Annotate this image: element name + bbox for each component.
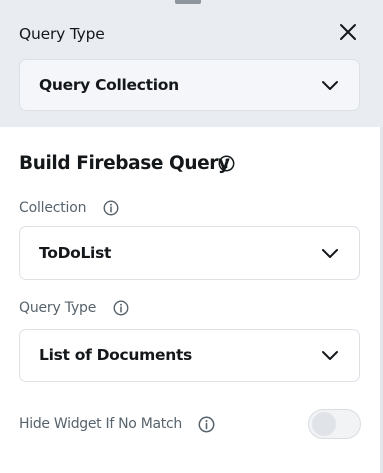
- hide-widget-toggle[interactable]: [308, 409, 361, 439]
- chevron-down-icon: [322, 351, 338, 360]
- collection-label: Collection: [19, 200, 87, 216]
- query-settings-panel: Query Type Query Collection Build Fireba…: [0, 0, 383, 473]
- query-type-selected: Query Collection: [39, 76, 179, 94]
- close-button[interactable]: [336, 20, 360, 44]
- hide-widget-label: Hide Widget If No Match: [19, 416, 182, 432]
- info-icon[interactable]: [103, 200, 119, 216]
- query-type-section: Query Type Query Collection: [0, 0, 383, 127]
- info-icon[interactable]: [113, 300, 129, 316]
- info-icon[interactable]: [198, 416, 215, 433]
- query-type-field-dropdown[interactable]: List of Documents: [19, 329, 360, 382]
- info-icon[interactable]: [218, 155, 235, 172]
- query-type-dropdown[interactable]: Query Collection: [19, 59, 360, 111]
- chevron-down-icon: [322, 81, 338, 90]
- toggle-knob: [312, 412, 336, 436]
- collection-dropdown[interactable]: ToDoList: [19, 226, 360, 280]
- query-type-label: Query Type: [19, 25, 105, 43]
- query-type-field-label: Query Type: [19, 300, 97, 316]
- collection-selected: ToDoList: [39, 244, 112, 262]
- close-icon: [340, 24, 356, 40]
- chevron-down-icon: [322, 249, 338, 258]
- section-title: Build Firebase Query: [19, 153, 230, 174]
- query-type-field-selected: List of Documents: [39, 346, 192, 364]
- drag-handle[interactable]: [175, 0, 201, 4]
